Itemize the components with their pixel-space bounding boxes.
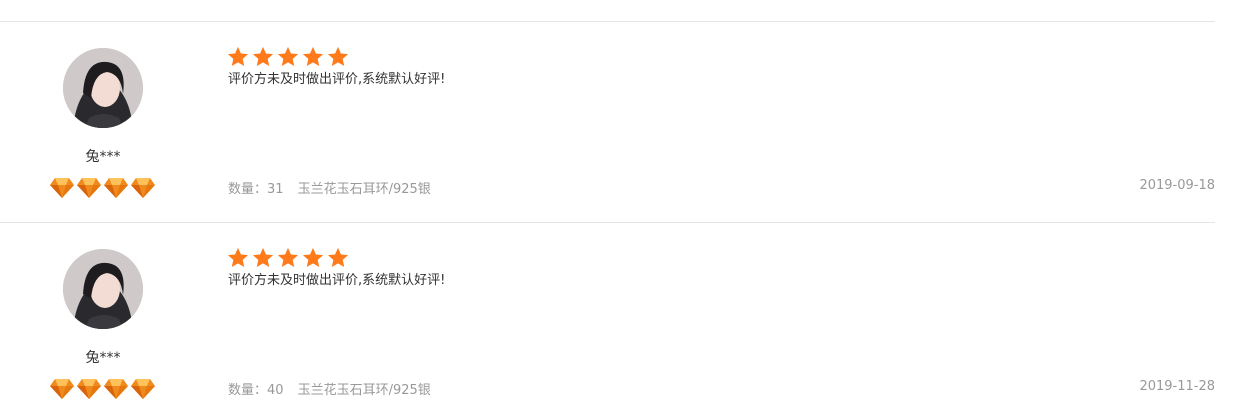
diamond-icon	[103, 376, 129, 400]
star-icon	[227, 46, 249, 68]
rating-stars	[227, 247, 349, 269]
diamond-icon	[130, 175, 156, 199]
review-date: 2019-11-28	[1139, 379, 1215, 394]
product-name: 玉兰花玉石耳环/925银	[297, 383, 431, 398]
review-meta: 数量：40 玉兰花玉石耳环/925银	[228, 379, 431, 398]
review-meta: 数量：31 玉兰花玉石耳环/925银	[228, 178, 431, 197]
review-item: 兔*** 评价方未及时做出评价,系统默认好评! 数量：31 玉兰花玉石耳环/925…	[0, 21, 1215, 221]
product-name: 玉兰花玉石耳环/925银	[297, 182, 431, 197]
quantity-label: 数量：	[228, 383, 268, 398]
diamond-icon	[76, 175, 102, 199]
star-icon	[327, 247, 349, 269]
diamond-icon	[103, 175, 129, 199]
quantity-value: 31	[267, 182, 284, 197]
star-icon	[252, 46, 274, 68]
star-icon	[302, 46, 324, 68]
review-comment: 评价方未及时做出评价,系统默认好评!	[228, 273, 446, 288]
star-icon	[302, 247, 324, 269]
diamond-icon	[130, 376, 156, 400]
quantity-label: 数量：	[228, 182, 268, 197]
rating-stars	[227, 46, 349, 68]
avatar[interactable]	[63, 249, 143, 329]
star-icon	[277, 46, 299, 68]
quantity-value: 40	[267, 383, 284, 398]
username: 兔***	[85, 350, 121, 366]
review-comment: 评价方未及时做出评价,系统默认好评!	[228, 72, 446, 87]
username: 兔***	[85, 149, 121, 165]
review-item: 兔*** 评价方未及时做出评价,系统默认好评! 数量：40 玉兰花玉石耳环/925…	[0, 222, 1215, 413]
diamond-icon	[76, 376, 102, 400]
diamond-icon	[49, 376, 75, 400]
star-icon	[227, 247, 249, 269]
star-icon	[327, 46, 349, 68]
avatar[interactable]	[63, 48, 143, 128]
review-date: 2019-09-18	[1139, 178, 1215, 193]
review-list: 兔*** 评价方未及时做出评价,系统默认好评! 数量：31 玉兰花玉石耳环/925…	[0, 0, 1215, 413]
member-level-diamonds	[49, 175, 156, 199]
star-icon	[277, 247, 299, 269]
member-level-diamonds	[49, 376, 156, 400]
star-icon	[252, 247, 274, 269]
diamond-icon	[49, 175, 75, 199]
